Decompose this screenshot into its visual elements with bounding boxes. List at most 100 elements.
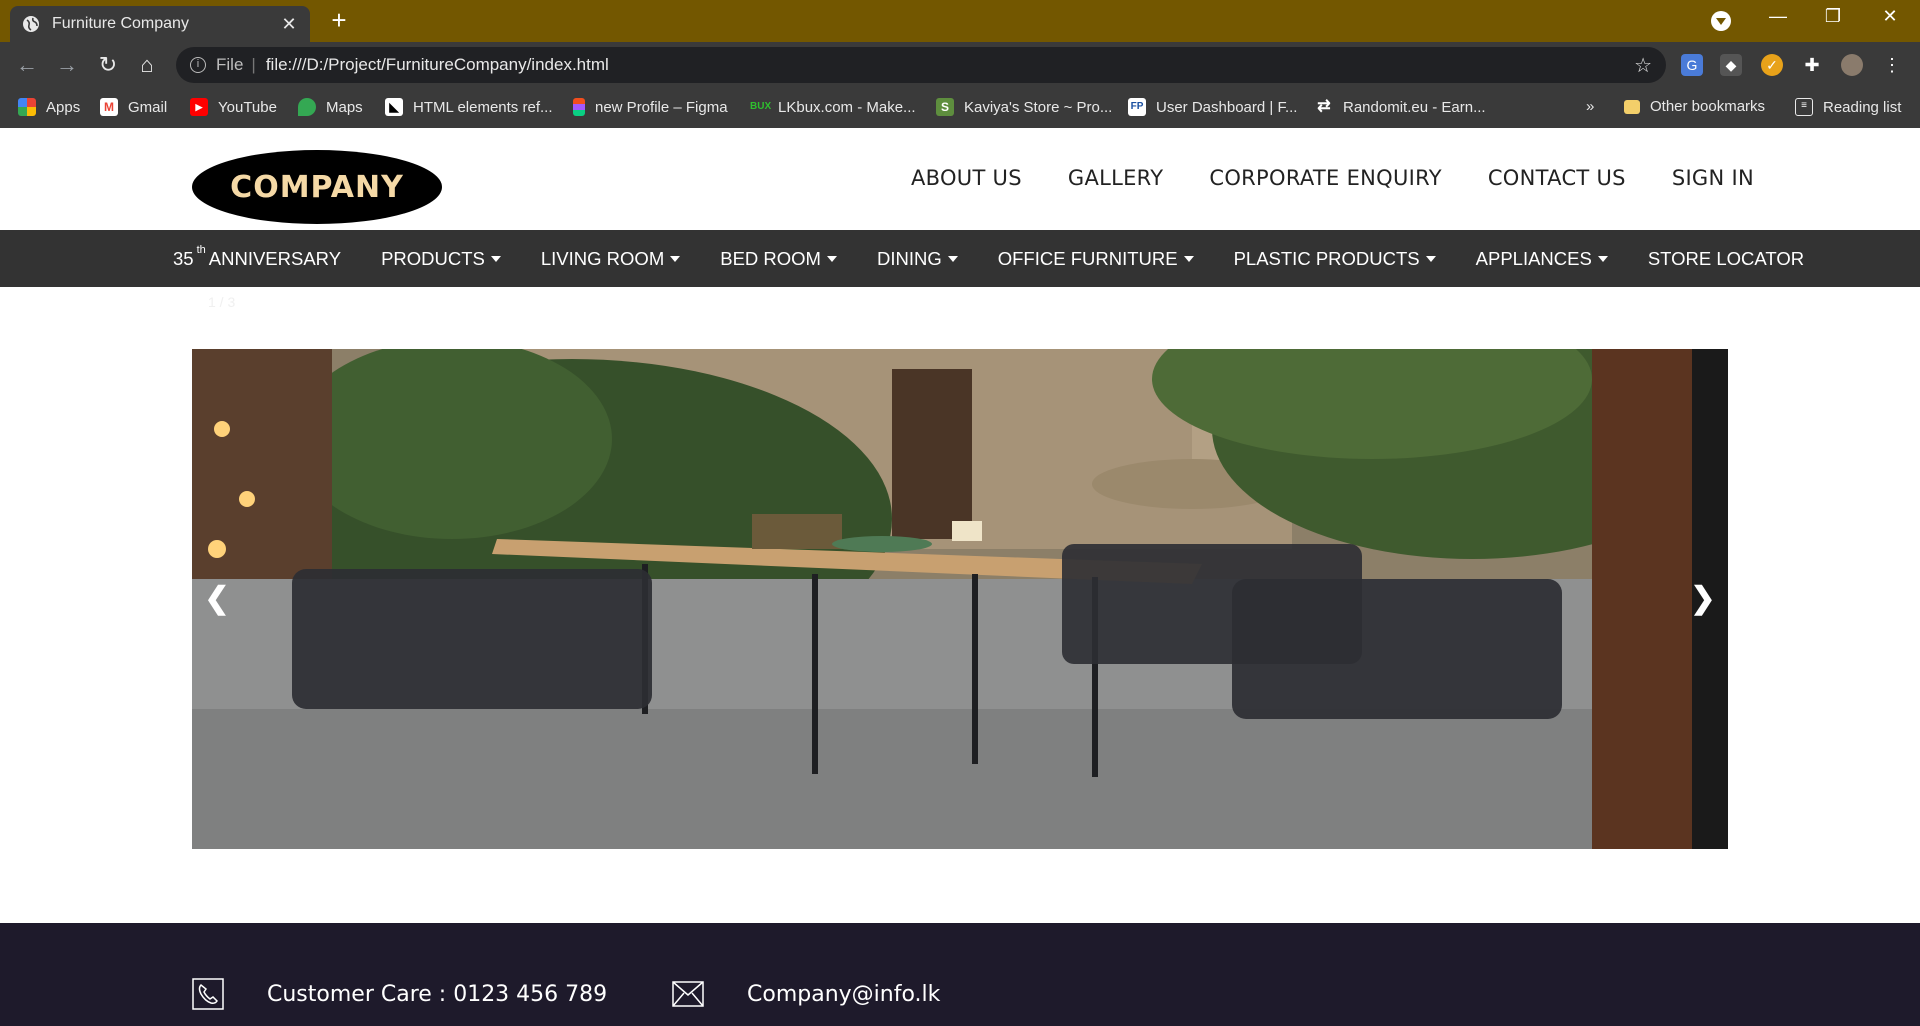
reload-icon[interactable]: ↻ bbox=[93, 50, 123, 80]
caret-down-icon bbox=[1597, 256, 1608, 262]
company-logo[interactable]: COMPANY bbox=[192, 150, 442, 224]
extension-icon[interactable]: ✓ bbox=[1761, 54, 1783, 76]
reading-list-label: Reading list bbox=[1823, 98, 1902, 116]
menu-kebab-icon[interactable]: ⋮ bbox=[1881, 54, 1903, 76]
bookmark-gmail[interactable]: M Gmail bbox=[100, 98, 167, 116]
gallery-link[interactable]: GALLERY bbox=[1068, 166, 1163, 190]
forward-icon[interactable]: → bbox=[52, 50, 82, 80]
nav-item-anniversary[interactable]: 35th ANNIVERSARY bbox=[173, 244, 342, 270]
translate-extension-icon[interactable]: G bbox=[1681, 54, 1703, 76]
nav-label: OFFICE FURNITURE bbox=[997, 248, 1178, 269]
back-icon[interactable]: ← bbox=[12, 50, 42, 80]
caret-down-icon bbox=[826, 256, 837, 262]
anniversary-label: ANNIVERSARY bbox=[208, 248, 342, 269]
tab-search-icon[interactable] bbox=[1711, 11, 1731, 31]
home-icon[interactable]: ⌂ bbox=[132, 50, 162, 80]
profile-avatar[interactable] bbox=[1841, 54, 1863, 76]
prev-slide-button[interactable]: ❮ bbox=[197, 574, 237, 624]
about-us-link[interactable]: ABOUT US bbox=[911, 166, 1022, 190]
restore-icon[interactable]: ❐ bbox=[1813, 6, 1853, 27]
bookmark-label: new Profile – Figma bbox=[595, 98, 728, 116]
top-links: ABOUT US GALLERY CORPORATE ENQUIRY CONTA… bbox=[911, 166, 1754, 190]
next-slide-button[interactable]: ❯ bbox=[1683, 574, 1723, 624]
address-bar[interactable]: i File | file:///D:/Project/FurnitureCom… bbox=[176, 47, 1666, 83]
new-tab-button[interactable]: + bbox=[324, 6, 354, 36]
bookmark-apps[interactable]: Apps bbox=[18, 98, 80, 116]
nav-item-store-locator[interactable]: STORE LOCATOR bbox=[1648, 248, 1804, 270]
browser-toolbar: ← → ↻ ⌂ i File | file:///D:/Project/Furn… bbox=[0, 42, 1920, 88]
bookmark-youtube[interactable]: ▶ YouTube bbox=[190, 98, 277, 116]
caret-down-icon bbox=[670, 256, 681, 262]
nav-item-dining[interactable]: DINING bbox=[877, 248, 958, 270]
bookmark-label: LKbux.com - Make... bbox=[778, 98, 916, 116]
anniversary-number: 35 bbox=[173, 248, 194, 269]
bookmark-star-icon[interactable]: ☆ bbox=[1634, 53, 1652, 78]
caret-down-icon bbox=[1183, 256, 1194, 262]
nav-item-bed-room[interactable]: BED ROOM bbox=[720, 248, 837, 270]
bookmark-label: Randomit.eu - Earn... bbox=[1343, 98, 1486, 116]
browser-tab[interactable]: Furniture Company ✕ bbox=[10, 6, 310, 42]
email-text[interactable]: Company@info.lk bbox=[747, 982, 940, 1007]
maps-icon bbox=[298, 98, 316, 116]
tab-title: Furniture Company bbox=[52, 15, 189, 32]
nav-label: LIVING ROOM bbox=[540, 248, 665, 269]
bookmark-label: Maps bbox=[326, 98, 363, 116]
nav-item-office-furniture[interactable]: OFFICE FURNITURE bbox=[998, 248, 1194, 270]
bookmark-maps[interactable]: Maps bbox=[298, 98, 363, 116]
caret-down-icon bbox=[947, 256, 958, 262]
fp-icon: FP bbox=[1128, 98, 1146, 116]
slide-image bbox=[192, 349, 1728, 849]
url-separator: | bbox=[251, 55, 256, 74]
puzzle-extensions-icon[interactable]: ✚ bbox=[1801, 54, 1823, 76]
bookmark-label: YouTube bbox=[218, 98, 277, 116]
youtube-icon: ▶ bbox=[190, 98, 208, 116]
customer-care-text: Customer Care : 0123 456 789 bbox=[267, 981, 608, 1007]
nav-label: PRODUCTS bbox=[381, 248, 485, 269]
other-bookmarks-folder[interactable]: Other bookmarks bbox=[1624, 98, 1765, 115]
email-contact: Company@info.lk bbox=[672, 978, 940, 1010]
reading-list-button[interactable]: ≡ Reading list bbox=[1795, 98, 1901, 116]
nav-label: PLASTIC PRODUCTS bbox=[1233, 248, 1420, 269]
corporate-enquiry-link[interactable]: CORPORATE ENQUIRY bbox=[1209, 166, 1441, 190]
bookmark-kaviya-store[interactable]: S Kaviya's Store ~ Pro... bbox=[936, 98, 1112, 116]
bookmark-lkbux[interactable]: BUX LKbux.com - Make... bbox=[750, 98, 916, 116]
close-window-icon[interactable]: ✕ bbox=[1870, 6, 1910, 27]
bookmark-randomit[interactable]: ⇄ Randomit.eu - Earn... bbox=[1315, 98, 1486, 116]
shopify-icon: S bbox=[936, 98, 954, 116]
figma-icon bbox=[573, 98, 585, 116]
bookmark-figma[interactable]: new Profile – Figma bbox=[573, 98, 728, 116]
bookmark-label: Gmail bbox=[128, 98, 168, 116]
gmail-icon: M bbox=[100, 98, 118, 116]
dropbox-extension-icon[interactable]: ◆ bbox=[1720, 54, 1742, 76]
randomit-icon: ⇄ bbox=[1317, 98, 1331, 115]
nav-label: APPLIANCES bbox=[1475, 248, 1592, 269]
anniversary-sup: th bbox=[196, 244, 206, 256]
nav-label: STORE LOCATOR bbox=[1647, 248, 1805, 269]
nav-item-plastic-products[interactable]: PLASTIC PRODUCTS bbox=[1234, 248, 1436, 270]
nav-item-products[interactable]: PRODUCTS bbox=[381, 248, 501, 270]
bookmark-label: User Dashboard | F... bbox=[1156, 98, 1298, 116]
mdn-icon: ◣ bbox=[385, 98, 403, 116]
logo-text: COMPANY bbox=[230, 169, 404, 205]
customer-care: Customer Care : 0123 456 789 bbox=[192, 978, 607, 1010]
contact-us-link[interactable]: CONTACT US bbox=[1488, 166, 1626, 190]
site-footer: Customer Care : 0123 456 789 Company@inf… bbox=[0, 923, 1920, 1026]
url-text: file:///D:/Project/FurnitureCompany/inde… bbox=[265, 55, 609, 74]
site-header: COMPANY ABOUT US GALLERY CORPORATE ENQUI… bbox=[0, 128, 1920, 230]
bookmarks-bar: Apps M Gmail ▶ YouTube Maps ◣ HTML eleme… bbox=[0, 88, 1920, 128]
nav-item-appliances[interactable]: APPLIANCES bbox=[1476, 248, 1608, 270]
bookmarks-overflow-button[interactable]: » bbox=[1586, 98, 1594, 115]
slideshow: ❮ ❯ bbox=[192, 349, 1728, 849]
browser-tab-strip: Furniture Company ✕ + — ❐ ✕ bbox=[0, 0, 1920, 42]
nav-label: DINING bbox=[876, 248, 942, 269]
info-icon[interactable]: i bbox=[190, 57, 206, 73]
close-tab-icon[interactable]: ✕ bbox=[280, 14, 298, 35]
bookmark-html-ref[interactable]: ◣ HTML elements ref... bbox=[385, 98, 552, 116]
nav-item-living-room[interactable]: LIVING ROOM bbox=[540, 248, 681, 270]
minimize-icon[interactable]: — bbox=[1758, 6, 1798, 27]
folder-icon bbox=[1624, 99, 1640, 114]
bookmark-user-dashboard[interactable]: FP User Dashboard | F... bbox=[1128, 98, 1297, 116]
sign-in-link[interactable]: SIGN IN bbox=[1672, 166, 1754, 190]
phone-icon bbox=[192, 978, 224, 1010]
bookmark-label: Kaviya's Store ~ Pro... bbox=[964, 98, 1113, 116]
